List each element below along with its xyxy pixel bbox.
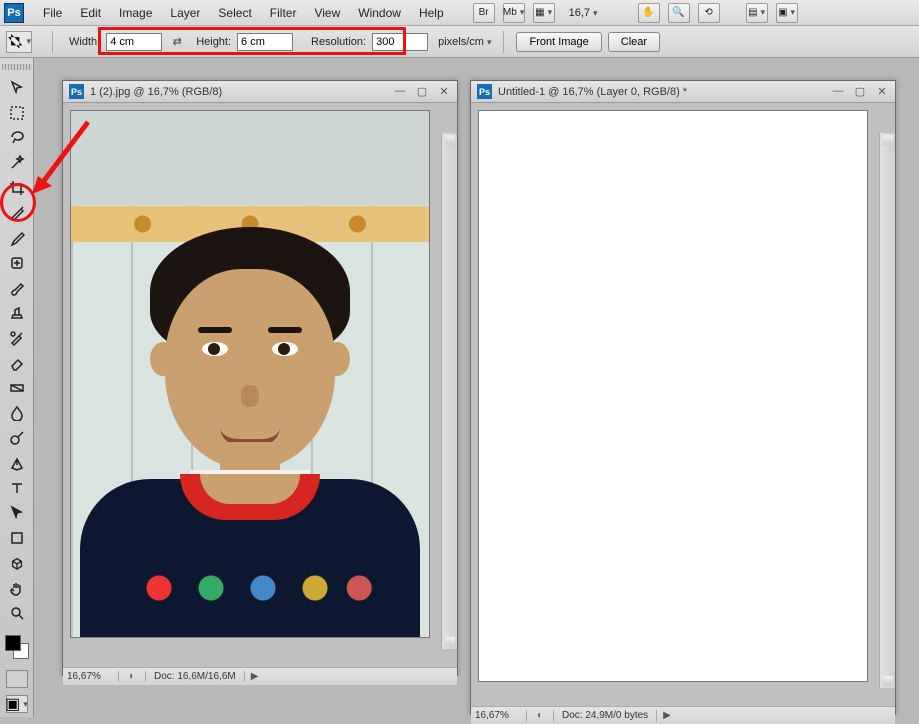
active-tool-crop-icon[interactable]	[6, 31, 32, 53]
status-docinfo[interactable]: Doc: 24,9M/0 bytes	[553, 710, 657, 721]
zoom-tool-icon[interactable]: 🔍	[668, 3, 690, 23]
spot-heal-tool[interactable]	[5, 252, 29, 274]
hand-scrub-icon[interactable]: ✋	[638, 3, 660, 23]
magic-wand-tool[interactable]	[5, 152, 29, 174]
document-title: 1 (2).jpg @ 16,7% (RGB/8)	[90, 86, 393, 98]
menu-select[interactable]: Select	[209, 6, 260, 20]
view-extras-button[interactable]: ▦	[533, 3, 555, 23]
eyedropper-tool[interactable]	[5, 227, 29, 249]
color-swatches[interactable]	[3, 633, 31, 661]
close-icon[interactable]: ✕	[437, 85, 451, 98]
menu-window[interactable]: Window	[349, 6, 410, 20]
menu-help[interactable]: Help	[410, 6, 453, 20]
arrange-documents-button[interactable]: ▤	[746, 3, 768, 23]
eraser-tool[interactable]	[5, 352, 29, 374]
options-bar: Width: ⇄ Height: Resolution: pixels/cm F…	[0, 26, 919, 58]
menu-file[interactable]: File	[34, 6, 71, 20]
status-menu-arrow-icon[interactable]: ▶	[251, 671, 259, 682]
marquee-tool[interactable]	[5, 102, 29, 124]
vertical-scrollbar[interactable]	[441, 133, 457, 649]
status-docinfo[interactable]: Doc: 16,6M/16,6M	[145, 671, 245, 682]
shape-tool[interactable]	[5, 527, 29, 549]
maximize-icon[interactable]: ▢	[853, 85, 867, 98]
document-titlebar[interactable]: Ps 1 (2).jpg @ 16,7% (RGB/8) — ▢ ✕	[63, 81, 457, 103]
minimize-icon[interactable]: —	[831, 85, 845, 98]
maximize-icon[interactable]: ▢	[415, 85, 429, 98]
gradient-tool[interactable]	[5, 377, 29, 399]
menu-image[interactable]: Image	[110, 6, 161, 20]
path-selection-tool[interactable]	[5, 502, 29, 524]
status-progress-icon: ◐	[125, 671, 139, 682]
menu-layer[interactable]: Layer	[161, 6, 209, 20]
zoom-tool[interactable]	[5, 602, 29, 624]
clone-stamp-tool[interactable]	[5, 302, 29, 324]
document-titlebar[interactable]: Ps Untitled-1 @ 16,7% (Layer 0, RGB/8) *…	[471, 81, 895, 103]
history-brush-tool[interactable]	[5, 327, 29, 349]
separator	[503, 31, 504, 53]
status-zoom[interactable]: 16,67%	[67, 671, 119, 682]
documents-area: Ps 1 (2).jpg @ 16,7% (RGB/8) — ▢ ✕	[34, 58, 919, 717]
vertical-scrollbar[interactable]	[879, 133, 895, 688]
swap-width-height-icon[interactable]: ⇄	[168, 35, 186, 48]
move-tool[interactable]	[5, 77, 29, 99]
crop-resolution-input[interactable]	[372, 33, 428, 51]
crop-width-input[interactable]	[106, 33, 162, 51]
minibridge-button[interactable]: Mb	[503, 3, 525, 23]
type-tool[interactable]	[5, 477, 29, 499]
rotate-view-icon[interactable]: ⟲	[698, 3, 720, 23]
document-ps-icon: Ps	[69, 84, 84, 99]
close-icon[interactable]: ✕	[875, 85, 889, 98]
minimize-icon[interactable]: —	[393, 85, 407, 98]
crop-tool[interactable]	[5, 177, 29, 199]
brush-tool[interactable]	[5, 277, 29, 299]
3d-tool[interactable]	[5, 552, 29, 574]
menu-view[interactable]: View	[305, 6, 349, 20]
document-statusbar: 16,67% ◐ Doc: 16,6M/16,6M ▶	[63, 667, 457, 685]
document-statusbar: 16,67% ◐ Doc: 24,9M/0 bytes ▶	[471, 706, 895, 724]
status-zoom[interactable]: 16,67%	[475, 710, 527, 721]
menu-edit[interactable]: Edit	[71, 6, 110, 20]
separator	[52, 31, 53, 53]
document-title: Untitled-1 @ 16,7% (Layer 0, RGB/8) *	[498, 86, 831, 98]
clear-button[interactable]: Clear	[608, 32, 660, 52]
workspace: ▣ Ps 1 (2).jpg @ 16,7% (RGB/8) — ▢ ✕	[0, 58, 919, 717]
document-canvas[interactable]	[471, 111, 895, 706]
height-label: Height:	[196, 36, 231, 48]
bridge-button[interactable]: Br	[473, 3, 495, 23]
resolution-label: Resolution:	[311, 36, 366, 48]
blur-tool[interactable]	[5, 402, 29, 424]
dodge-tool[interactable]	[5, 427, 29, 449]
slice-tool[interactable]	[5, 202, 29, 224]
foreground-color-swatch[interactable]	[5, 635, 21, 651]
status-progress-icon: ◐	[533, 710, 547, 721]
lasso-tool[interactable]	[5, 127, 29, 149]
document-canvas[interactable]	[63, 111, 457, 667]
hand-tool[interactable]	[5, 577, 29, 599]
menu-filter[interactable]: Filter	[261, 6, 306, 20]
panel-grip-icon[interactable]	[2, 64, 32, 70]
screen-mode-toggle[interactable]: ▣	[6, 695, 28, 713]
status-menu-arrow-icon[interactable]: ▶	[663, 710, 671, 721]
photoshop-logo-icon: Ps	[4, 3, 24, 23]
document-window-1: Ps 1 (2).jpg @ 16,7% (RGB/8) — ▢ ✕	[62, 80, 458, 676]
resolution-units-select[interactable]: pixels/cm	[438, 36, 491, 48]
document-window-2: Ps Untitled-1 @ 16,7% (Layer 0, RGB/8) *…	[470, 80, 896, 715]
width-label: Width:	[69, 36, 100, 48]
screen-mode-button[interactable]: ▣	[776, 3, 798, 23]
menu-bar: Ps File Edit Image Layer Select Filter V…	[0, 0, 919, 26]
zoom-level-field[interactable]: 16,7	[563, 6, 604, 20]
document-ps-icon: Ps	[477, 84, 492, 99]
front-image-button[interactable]: Front Image	[516, 32, 601, 52]
document-image-blank	[479, 111, 867, 681]
quick-mask-toggle[interactable]	[6, 670, 28, 688]
tools-panel: ▣	[0, 58, 34, 717]
pen-tool[interactable]	[5, 452, 29, 474]
document-image	[71, 111, 429, 637]
crop-height-input[interactable]	[237, 33, 293, 51]
